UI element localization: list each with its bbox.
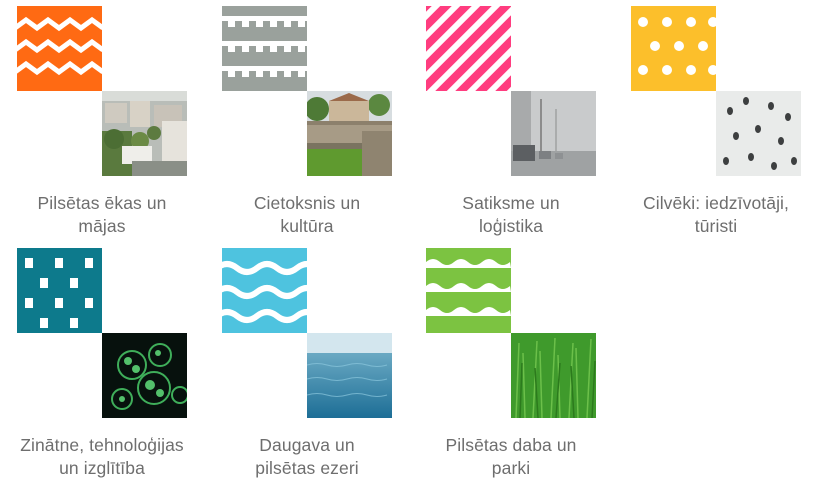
category-tile-daugava[interactable]: Daugava un pilsētas ezeri [222,248,392,483]
category-label-line: mājas [78,216,126,236]
category-label: Cietoksnis un kultūra [202,192,412,238]
category-label-line: Cietoksnis un [253,193,361,213]
polka-dot-pattern-icon [631,6,716,91]
category-label-line: loģistika [478,216,544,236]
category-label-line: Cilvēki: iedzīvotāji, [642,193,790,213]
battlement-pattern-icon [222,6,307,91]
green-grass-photo [511,333,596,418]
category-tile-traffic[interactable]: Satiksme un loģistika [426,6,596,241]
diagonal-stripes-pattern-icon [426,6,511,91]
old-town-buildings-photo [102,91,187,176]
category-label: Zinātne, tehnoloģijas un izglītība [0,434,207,480]
category-label: Satiksme un loģistika [406,192,616,238]
category-label-line: Pilsētas daba un [445,435,577,455]
category-label-line: Pilsētas ēkas un [37,193,167,213]
category-tile-people[interactable]: Cilvēki: iedzīvotāji, tūristi [631,6,801,241]
category-tile-science[interactable]: Zinātne, tehnoloģijas un izglītība [17,248,187,483]
category-label-line: un izglītība [59,458,145,478]
category-label: Daugava un pilsētas ezeri [202,434,412,480]
category-label-line: Satiksme un [462,193,560,213]
lattice-pattern-icon [17,248,102,333]
cells-microscope-photo [102,333,187,418]
category-tile-buildings[interactable]: Pilsētas ēkas un mājas [17,6,187,241]
category-label-line: tūristi [694,216,738,236]
zigzag-pattern-icon [17,6,102,91]
category-label: Pilsētas ēkas un mājas [0,192,207,238]
water-surface-photo [307,333,392,418]
people-walking-aerial-photo [716,91,801,176]
category-label-line: parki [491,458,531,478]
category-label-line: Zinātne, tehnoloģijas [20,435,184,455]
category-label: Cilvēki: iedzīvotāji, tūristi [611,192,813,238]
category-label-line: pilsētas ezeri [255,458,359,478]
fortress-wall-photo [307,91,392,176]
category-label-line: kultūra [280,216,334,236]
category-tile-nature[interactable]: Pilsētas daba un parki [426,248,596,483]
foggy-street-traffic-photo [511,91,596,176]
category-tile-fortress[interactable]: Cietoksnis un kultūra [222,6,392,241]
wave-pattern-icon [222,248,307,333]
scallop-pattern-icon [426,248,511,333]
category-label-line: Daugava un [259,435,355,455]
category-label: Pilsētas daba un parki [406,434,616,480]
